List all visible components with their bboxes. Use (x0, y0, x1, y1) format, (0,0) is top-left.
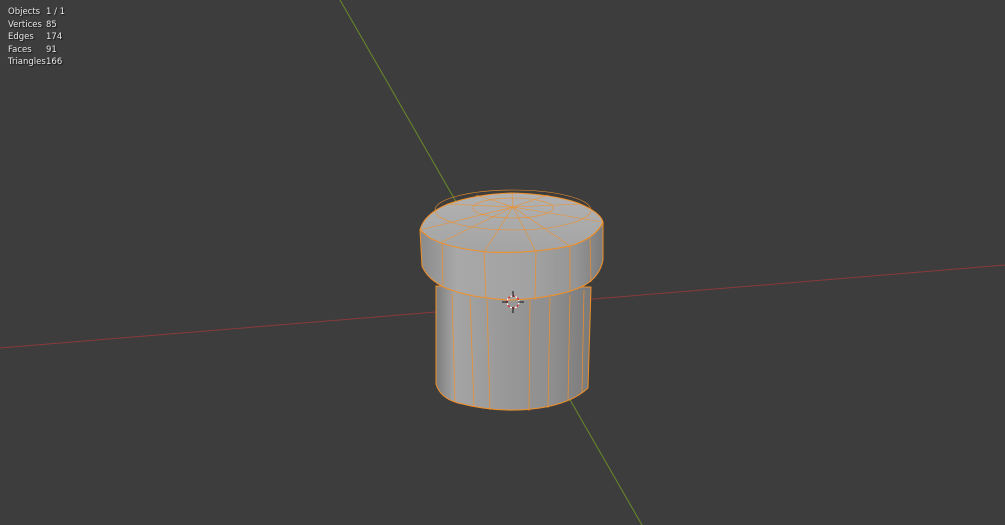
stat-row-vertices: Vertices 85 (8, 19, 65, 32)
viewport-statistics-overlay: Objects 1 / 1 Vertices 85 Edges 174 Face… (8, 6, 65, 69)
cylinder-mesh-object[interactable] (419, 189, 604, 412)
scene-canvas[interactable] (0, 0, 1005, 525)
stat-row-faces: Faces 91 (8, 44, 65, 57)
stat-label: Faces (8, 44, 32, 55)
3d-viewport[interactable]: Objects 1 / 1 Vertices 85 Edges 174 Face… (0, 0, 1005, 525)
stat-value: 166 (46, 57, 63, 67)
stat-value: 91 (46, 44, 57, 55)
stat-value: 1 / 1 (46, 7, 66, 17)
stat-label: Edges (8, 32, 34, 42)
stat-value: 174 (46, 32, 63, 42)
stat-label: Triangles (8, 57, 46, 67)
stat-row-triangles: Triangles 166 (8, 56, 65, 69)
stat-row-objects: Objects 1 / 1 (8, 6, 65, 19)
stat-row-edges: Edges 174 (8, 31, 65, 44)
stat-label: Vertices (8, 19, 42, 30)
stat-value: 85 (46, 19, 57, 30)
stat-label: Objects (8, 7, 41, 17)
